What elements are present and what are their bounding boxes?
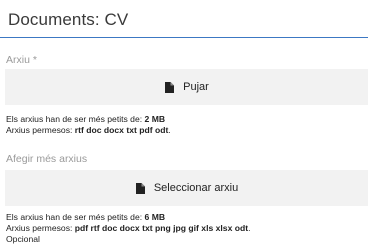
file-icon [165, 81, 175, 93]
select-file-button[interactable]: Seleccionar arxiu [5, 170, 368, 206]
max-size-help: Els arxius han de ser més petits de: 2 M… [6, 114, 166, 124]
title-divider [0, 37, 368, 38]
upload-button[interactable]: Pujar [5, 69, 368, 105]
page-title: Documents: CV [8, 10, 129, 29]
allowed-types-help: Arxius permesos: pdf rtf doc docx txt pn… [6, 223, 251, 233]
allowed-types-help: Arxius permesos: rtf doc docx txt pdf od… [6, 125, 171, 135]
max-size-value: 2 MB [144, 114, 166, 124]
select-file-button-label: Seleccionar arxiu [153, 182, 239, 194]
max-size-value: 6 MB [144, 212, 166, 222]
allowed-types-value: rtf doc docx txt pdf odt [74, 125, 169, 135]
file-field-label: Arxiu * [6, 54, 37, 66]
allowed-types-value: pdf rtf doc docx txt png jpg gif xls xls… [74, 223, 249, 233]
add-more-files-label: Afegir més arxius [6, 153, 88, 165]
upload-button-label: Pujar [183, 81, 209, 93]
file-icon [135, 182, 145, 194]
max-size-help: Els arxius han de ser més petits de: 6 M… [6, 212, 166, 222]
optional-note: Opcional [6, 234, 40, 244]
